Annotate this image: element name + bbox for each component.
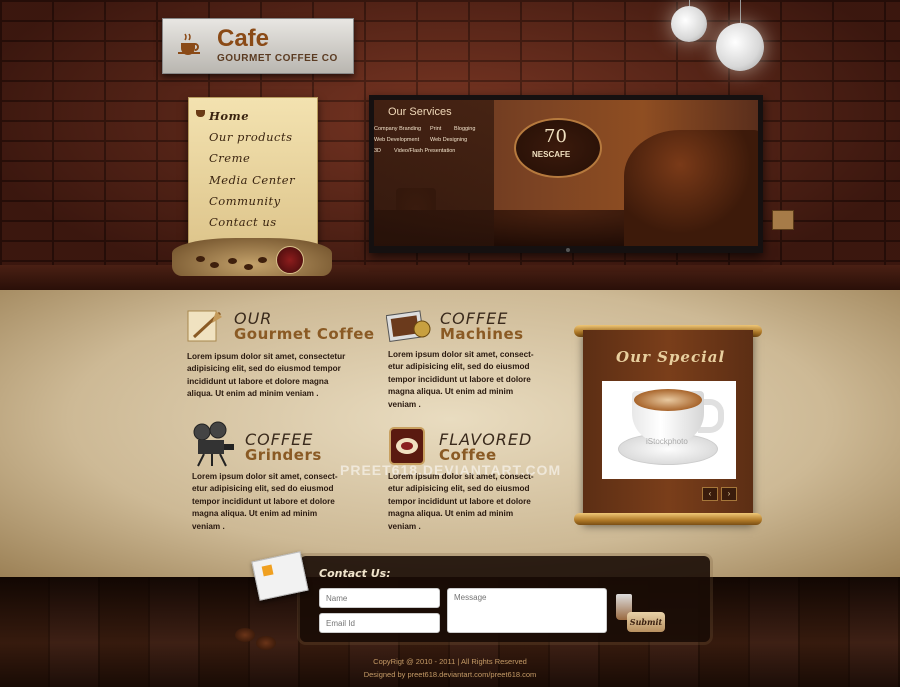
nescafe-name: NESCAFE	[532, 150, 571, 159]
page-watermark: PREET618.DEVIANTART.COM	[340, 462, 562, 478]
nescafe-logo: 70 NESCAFE	[514, 118, 602, 178]
logo-title: Cafe	[217, 25, 270, 52]
feature-grinders-body: Lorem ipsum dolor sit amet, consect- etu…	[192, 471, 338, 533]
service-item[interactable]: Company Branding	[374, 126, 421, 132]
image-watermark: iStockphoto	[646, 437, 688, 446]
bean-sack-image	[624, 130, 758, 246]
main-nav: Home Our products Creme Media Center Com…	[188, 97, 318, 259]
logo[interactable]: Cafe GOURMET COFFEE CO	[162, 18, 354, 74]
coffee-bean	[210, 262, 219, 268]
feature-gourmet-heading-2[interactable]: Gourmet Coffee	[234, 325, 375, 343]
message-textarea[interactable]	[447, 588, 607, 633]
body-line: tempor incididunt ut labore et dolore	[192, 496, 335, 506]
special-prev-button[interactable]: ‹	[702, 487, 718, 501]
feature-gourmet-body: Lorem ipsum dolor sit amet, consectetur …	[187, 351, 345, 401]
body-line: magna aliqua. Ut enim ad minim	[388, 509, 514, 519]
stamp	[261, 564, 274, 577]
body-line: magna aliqua. Ut enim ad minim	[388, 387, 514, 397]
body-line: Lorem ipsum dolor sit amet, consectetur	[187, 352, 346, 361]
body-line: Lorem ipsum dolor sit amet, consect-	[388, 350, 534, 359]
designer-credit[interactable]: Designed by preet618.deviantart.com/pree…	[0, 670, 900, 679]
feature-grinders-heading-2[interactable]: Grinders	[245, 446, 322, 464]
service-item[interactable]: Blogging	[454, 126, 475, 132]
logo-subtitle: GOURMET COFFEE CO	[217, 53, 338, 64]
body-line: adipisicing elit, sed do eiusmod tempor	[187, 364, 341, 374]
nav-home[interactable]: Home	[209, 109, 249, 123]
paper-quill-icon	[187, 310, 222, 342]
coffee-machine-icon	[386, 310, 431, 342]
coffee-bean	[244, 264, 253, 270]
lamp-icon	[671, 6, 707, 42]
latte-art	[634, 389, 702, 411]
submit-button[interactable]: Submit	[627, 612, 665, 632]
body-line: veniam .	[388, 399, 421, 409]
special-title: Our Special	[616, 348, 726, 366]
body-line: incididunt ut labore et dolore magna	[187, 376, 329, 386]
coffee-bean	[256, 636, 276, 650]
wall-base-band	[0, 265, 900, 290]
body-line: magna aliqua. Ut enim ad minim	[192, 509, 318, 519]
body-line: Lorem ipsum dolor sit amet, consect-	[192, 472, 338, 481]
feature-machines-heading-2[interactable]: Machines	[440, 325, 524, 343]
body-line: veniam .	[192, 521, 225, 531]
nav-creme[interactable]: Creme	[209, 151, 250, 165]
service-item[interactable]: Print	[430, 126, 441, 132]
coffee-bean	[196, 256, 205, 262]
nav-contact-us[interactable]: Contact us	[209, 215, 277, 229]
lamp-cord	[740, 0, 741, 24]
nescafe-number: 70	[544, 126, 567, 147]
services-title: Our Services	[388, 106, 452, 118]
nav-community[interactable]: Community	[209, 194, 281, 208]
coffee-bean	[258, 257, 267, 263]
service-item[interactable]: Web Designing	[430, 137, 467, 143]
nav-our-products[interactable]: Our products	[209, 130, 293, 144]
body-line: aliqua. Ut enim ad minim veniam .	[187, 389, 319, 399]
body-line: etur adipisicing elit, sed do eiusmod	[388, 362, 530, 372]
film-projector-icon	[193, 421, 234, 467]
contact-title: Contact Us:	[319, 567, 391, 580]
scroll-rod-bottom	[574, 513, 762, 525]
service-item[interactable]: Web Development	[374, 137, 419, 143]
body-line: etur adipisicing elit, sed do eiusmod	[192, 484, 334, 494]
wall-switch-icon	[772, 210, 794, 230]
coffee-bean	[235, 628, 255, 642]
coffee-cup-icon	[178, 33, 200, 55]
body-line: tempor incididunt ut labore et dolore	[388, 374, 531, 384]
tv-indicator-dot	[566, 248, 570, 252]
special-next-button[interactable]: ›	[721, 487, 737, 501]
slider-screen: Our Services Company Branding Print Blog…	[374, 100, 758, 246]
feature-flavored-body: Lorem ipsum dolor sit amet, consect- etu…	[388, 471, 534, 533]
cup-bullet-icon	[196, 110, 205, 117]
service-item[interactable]: 3D	[374, 148, 381, 154]
brand-badge-icon	[276, 246, 304, 274]
name-input[interactable]	[319, 588, 440, 608]
services-slider[interactable]: Our Services Company Branding Print Blog…	[369, 95, 763, 253]
service-item[interactable]: Video/Flash Presentation	[394, 148, 455, 154]
body-line: veniam .	[388, 521, 421, 531]
special-coffee-image[interactable]: iStockphoto	[602, 381, 736, 479]
lamp-icon	[716, 23, 764, 71]
services-panel: Our Services Company Branding Print Blog…	[374, 100, 494, 246]
coffee-bean	[228, 258, 237, 264]
nav-media-center[interactable]: Media Center	[209, 173, 295, 187]
copyright-text: CopyRigt @ 2010 - 2011 | All Rights Rese…	[373, 657, 527, 666]
feature-machines-body: Lorem ipsum dolor sit amet, consect- etu…	[388, 349, 534, 411]
body-line: tempor incididunt ut labore et dolore	[388, 496, 531, 506]
email-input[interactable]	[319, 613, 440, 633]
body-line: etur adipisicing elit, sed do eiusmod	[388, 484, 530, 494]
